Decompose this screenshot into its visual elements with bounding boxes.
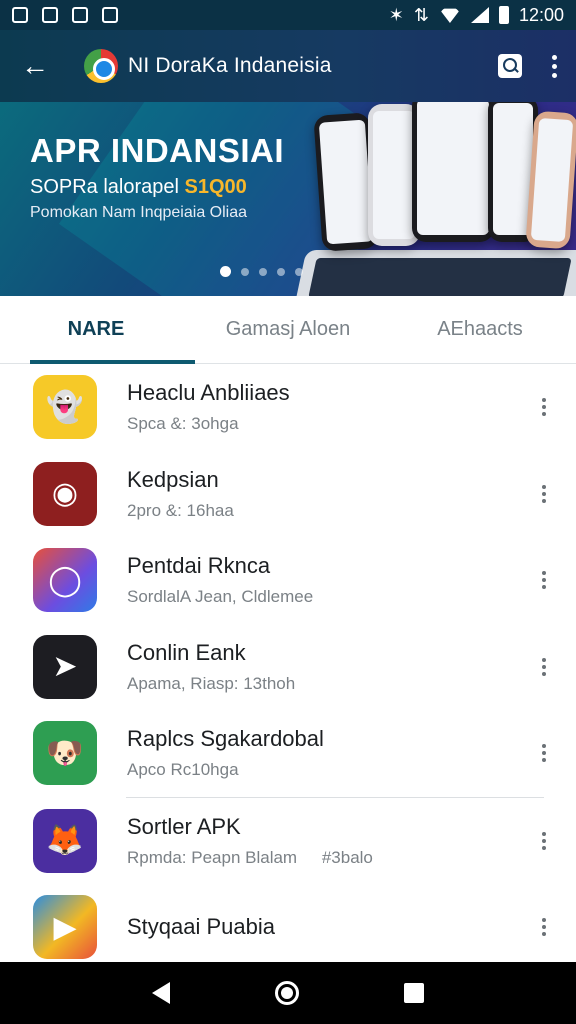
carousel-dot[interactable] [241, 267, 249, 276]
app-meta: Spca &: 3ohga [127, 414, 239, 434]
app-meta: Rpmda: Peapn Blalam #3balo [127, 848, 373, 868]
back-arrow-icon[interactable]: ← [18, 49, 52, 83]
list-item[interactable]: 🐶 Raplcs Sgakardobal Apco Rc10hga [0, 710, 576, 797]
tab-aehaacts[interactable]: AEhaacts [384, 296, 576, 363]
chat-icon: ◯ [33, 548, 97, 613]
tab-bar: NARE Gamasj Aloen AEhaacts [0, 296, 576, 364]
list-item[interactable]: ➤ Conlin Eank Apama, Riasp: 13thoh [0, 624, 576, 711]
tab-games[interactable]: Gamasj Aloen [192, 296, 384, 363]
signal-icon [470, 7, 489, 23]
dog-icon: 🐶 [33, 721, 97, 786]
app-meta: 2pro &: 16haa [127, 500, 234, 520]
battery-icon [498, 6, 509, 24]
app-list: 👻 Heaclu Anbliiaes Spca &: 3ohga ◉ Kedps… [0, 364, 576, 971]
app-meta-text: Rpmda: Peapn Blalam [127, 847, 298, 867]
app-meta: Apco Rc10hga [127, 760, 239, 780]
list-item[interactable]: ◯ Pentdai Rknca SordlalA Jean, Cldlemee [0, 537, 576, 624]
list-item[interactable]: 👻 Heaclu Anbliiaes Spca &: 3ohga [0, 364, 576, 451]
tab-nare[interactable]: NARE [0, 296, 195, 364]
nav-back-icon[interactable] [152, 982, 171, 1004]
promo-banner[interactable]: APR INDANSIAI SOPRa lalorapel S1Q00 Pomo… [0, 102, 576, 296]
app-logo-icon [84, 49, 118, 83]
clock: 12:00 [518, 4, 564, 25]
phone-illustration [525, 110, 576, 250]
more-options-icon[interactable] [542, 484, 546, 503]
status-bar: ✶ ⇅ 12:00 [0, 0, 576, 30]
banner-price: S1Q00 [184, 176, 247, 198]
notification-mail-icon [72, 7, 88, 23]
nav-recents-icon[interactable] [403, 983, 424, 1003]
app-bar: ← NI DoraKa Indaneisia [0, 30, 576, 102]
app-name: Pentdai Rknca [127, 553, 271, 579]
list-item[interactable]: 🦊 Sortler APK Rpmda: Peapn Blalam #3balo [0, 798, 576, 885]
carousel-indicator [220, 266, 303, 277]
more-options-icon[interactable] [542, 918, 546, 937]
eye-icon: ◉ [33, 461, 97, 526]
tablet-illustration [293, 250, 576, 296]
phone-illustration [412, 102, 494, 242]
notification-icons [12, 7, 118, 23]
notification-chart-icon [42, 7, 58, 23]
app-name: Kedpsian [127, 466, 219, 492]
system-nav-bar [0, 962, 576, 1024]
app-name: Conlin Eank [127, 639, 246, 665]
search-icon[interactable] [498, 54, 522, 78]
play-icon: ▶ [33, 895, 97, 960]
notification-game-icon [102, 7, 118, 23]
app-name: Heaclu Anbliiaes [127, 380, 290, 406]
more-options-icon[interactable] [542, 657, 546, 676]
app-meta: Apama, Riasp: 13thoh [127, 673, 296, 693]
banner-subtitle-text: SOPRa lalorapel [30, 176, 179, 198]
wifi-icon [438, 8, 461, 23]
data-icon: ⇅ [413, 4, 429, 25]
list-item[interactable]: ◉ Kedpsian 2pro &: 16haa [0, 451, 576, 538]
banner-title: APR INDANSIAI [30, 132, 285, 169]
app-name: Styqaai Puabia [127, 914, 275, 940]
overflow-menu-icon[interactable] [552, 54, 558, 78]
fox-icon: 🦊 [33, 808, 97, 873]
carousel-dot[interactable] [259, 267, 267, 276]
vibrate-icon: ✶ [388, 4, 404, 25]
more-options-icon[interactable] [542, 398, 546, 417]
more-options-icon[interactable] [542, 571, 546, 590]
app-name: Sortler APK [127, 813, 241, 839]
more-options-icon[interactable] [542, 744, 546, 763]
carousel-dot[interactable] [295, 267, 303, 276]
app-title: NI DoraKa Indaneisia [128, 54, 332, 77]
banner-caption: Pomokan Nam Inqpeiaia Oliaa [30, 204, 248, 221]
app-meta: SordlalA Jean, Cldlemee [127, 587, 314, 607]
carousel-dot[interactable] [277, 267, 285, 276]
rocket-icon: ➤ [33, 634, 97, 699]
app-meta-extra: #3balo [321, 847, 373, 867]
ghost-icon: 👻 [33, 375, 97, 440]
carousel-dot[interactable] [220, 266, 231, 277]
banner-subtitle: SOPRa lalorapel S1Q00 [30, 176, 247, 199]
app-name: Raplcs Sgakardobal [127, 726, 324, 752]
nav-home-icon[interactable] [274, 981, 299, 1005]
notification-app-icon [12, 7, 28, 23]
list-item[interactable]: ▶ Styqaai Puabia [0, 884, 576, 971]
more-options-icon[interactable] [542, 831, 546, 850]
